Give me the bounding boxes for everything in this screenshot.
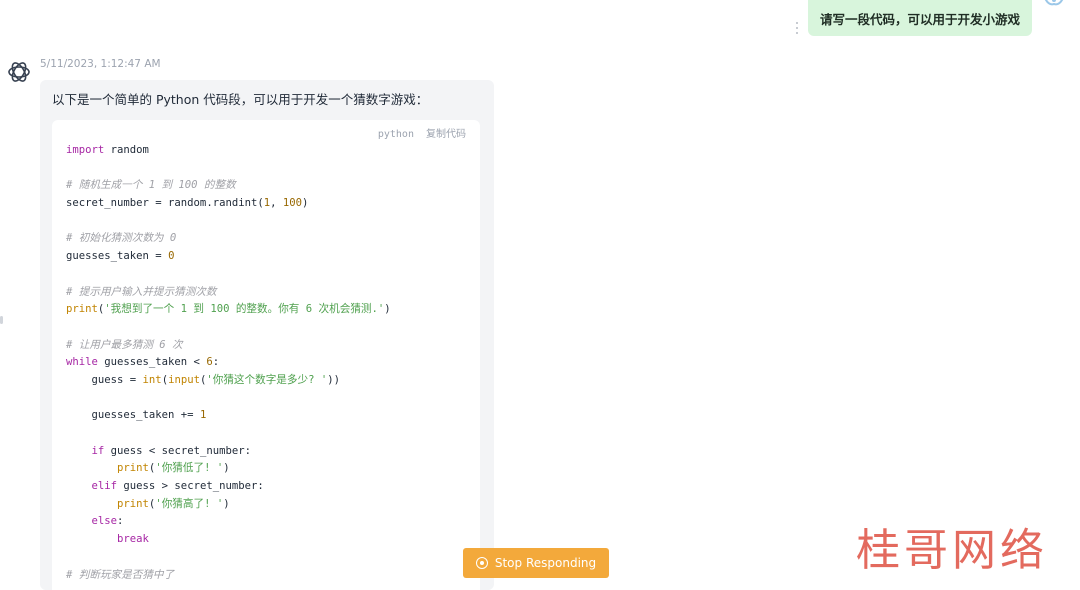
code-token: guess > secret_number: [117,480,264,493]
code-line: while guesses_taken < 6: [66,354,391,372]
assistant-message-card: 以下是一个简单的 Python 代码段，可以用于开发一个猜数字游戏： pytho… [40,80,494,590]
code-token: 100 [282,197,303,210]
code-line: else: [66,513,391,531]
scroll-marker [0,316,3,324]
code-token: int [142,373,162,386]
code-token: # 随机生成一个 1 到 100 的整数 [66,179,236,192]
code-token: print [66,303,98,316]
code-token: guesses_taken += [66,409,200,422]
code-token: input [168,373,200,386]
code-line: guesses_taken += 1 [66,407,391,425]
code-token: if [91,444,105,457]
code-token: ) [384,303,391,316]
code-token: )) [327,373,340,386]
chatgpt-logo-icon [8,62,30,82]
code-token: # 让用户最多猜测 6 次 [66,338,183,351]
user-avatar-icon [1044,0,1064,6]
code-token: ) [302,197,309,210]
code-line: # 初始化猜测次数为 0 [66,230,391,248]
code-token: elif [91,480,118,493]
code-token: , [270,197,283,210]
code-line: secret_number = random.randint(1, 100) [66,195,391,213]
code-language-label: python [377,129,414,140]
more-options-icon[interactable] [795,22,798,34]
stop-responding-button[interactable]: Stop Responding [463,548,609,578]
code-token: guess < secret_number: [104,444,251,457]
code-block-header: python 复制代码 [378,125,466,140]
code-token: break [117,533,149,546]
code-token: '你猜这个数字是多少? ' [206,373,328,386]
code-line: print('我想到了一个 1 到 100 的整数。你有 6 次机会猜测.') [66,301,391,319]
code-token: print [117,497,149,510]
code-content: import random # 随机生成一个 1 到 100 的整数 secret… [66,142,391,584]
code-token: 1 [199,409,207,422]
code-line: print('你猜低了! ') [66,460,391,478]
stop-icon [475,557,488,569]
code-block: python 复制代码 import random # 随机生成一个 1 到 1… [52,120,480,590]
code-token: guesses_taken = [66,250,169,263]
code-token: else [91,515,118,528]
code-token: '你猜高了! ' [155,497,224,510]
code-token: '你猜低了! ' [155,462,224,475]
code-line: if guess < secret_number: [66,443,391,461]
code-token: ) [223,462,230,475]
code-line: import random [66,142,391,160]
user-message-text: 请写一段代码，可以用于开发小游戏 [819,11,1020,27]
copy-code-button[interactable]: 复制代码 [426,129,466,140]
code-token: # 判断玩家是否猜中了 [66,568,175,581]
code-line: # 随机生成一个 1 到 100 的整数 [66,177,391,195]
assistant-intro-text: 以下是一个简单的 Python 代码段，可以用于开发一个猜数字游戏： [52,92,429,107]
code-token: guesses_taken < [97,356,207,369]
code-line: print('你猜高了! ') [66,496,391,514]
code-token: secret_number = random.randint( [66,197,264,210]
code-token: # 初始化猜测次数为 0 [66,232,177,245]
code-token: random [104,144,149,156]
code-token: : [212,356,220,369]
stop-responding-label: Stop Responding [494,556,597,570]
code-token: '我想到了一个 1 到 100 的整数。你有 6 次机会猜测.' [104,303,385,316]
message-timestamp: 5/11/2023, 1:12:47 AM [40,58,161,70]
code-line: guesses_taken = 0 [66,248,391,266]
code-token: guess = [66,373,143,386]
code-line: # 提示用户输入并提示猜测次数 [66,284,391,302]
code-line: guess = int(input('你猜这个数字是多少? ')) [66,372,391,390]
code-token: : [117,515,124,528]
code-line: elif guess > secret_number: [66,478,391,496]
watermark-text: 桂哥网络 [856,525,1048,576]
code-token: ) [223,497,230,510]
code-token: while [66,356,98,369]
code-line: # 让用户最多猜测 6 次 [66,337,391,355]
code-token: print [117,462,149,475]
code-token: 0 [168,250,175,263]
code-token: import [66,144,105,156]
code-token: # 提示用户输入并提示猜测次数 [66,285,217,298]
code-line: break [66,531,391,549]
user-message-bubble: 请写一段代码，可以用于开发小游戏 [808,0,1032,36]
